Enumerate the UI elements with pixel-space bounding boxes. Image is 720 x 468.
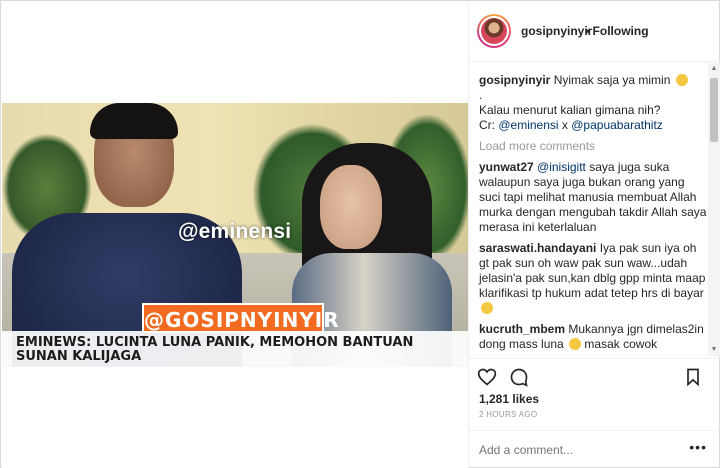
- comment-username[interactable]: saraswati.handayani: [479, 241, 596, 255]
- video-caption-bar: EMINEWS: LUCINTA LUNA PANIK, MEMOHON BAN…: [2, 331, 468, 367]
- video-watermark: @eminensi: [178, 220, 292, 243]
- comment-item: kucruth_mbem Mukannya jgn dimelas2in don…: [479, 322, 707, 356]
- caption-text: Nyimak saja ya mimin: [553, 73, 671, 87]
- scroll-down-arrow-icon[interactable]: ▼: [710, 346, 718, 354]
- more-options-icon[interactable]: •••: [689, 439, 707, 455]
- heart-icon[interactable]: [477, 367, 497, 387]
- header-username[interactable]: gosipnyinyir: [521, 24, 592, 38]
- comment-bubble-icon[interactable]: [509, 367, 529, 387]
- caption-question: Kalau menurut kalian gimana nih?: [479, 103, 661, 117]
- post-timestamp: 2 HOURS AGO: [479, 410, 538, 419]
- comment-mention-link[interactable]: @inisigitt: [537, 160, 586, 174]
- add-comment-section: •••: [469, 430, 720, 468]
- action-bar: [469, 358, 720, 392]
- media-area: @eminensi @GOSIPNYINYIR EMINEWS: LUCINTA…: [2, 2, 468, 468]
- caption-credit-prefix: Cr:: [479, 118, 499, 132]
- bookmark-icon[interactable]: [683, 367, 703, 387]
- comment-username[interactable]: kucruth_mbem: [479, 322, 565, 336]
- avatar-image: [481, 18, 507, 44]
- add-comment-input[interactable]: [479, 441, 679, 459]
- smile-emoji-icon: [675, 74, 688, 86]
- likes-count[interactable]: 1,281 likes: [479, 392, 539, 406]
- video-caption-line2: SUNAN KALIJAGA: [16, 349, 142, 364]
- post-window: @eminensi @GOSIPNYINYIR EMINEWS: LUCINTA…: [0, 0, 720, 468]
- scrollbar-thumb[interactable]: [710, 78, 718, 142]
- person-left-hair: [90, 103, 178, 139]
- caption-credit-mid: x: [558, 118, 572, 132]
- comment-item: saraswati.handayani Iya pak sun iya oh g…: [479, 241, 707, 316]
- post-header: gosipnyinyir • Following: [469, 2, 720, 62]
- account-tag-banner: @GOSIPNYINYIR: [142, 303, 339, 333]
- caption-mention-link[interactable]: @eminensi: [498, 118, 558, 132]
- laugh-emoji-icon: [481, 302, 493, 314]
- comment-username[interactable]: yunwat27: [479, 160, 534, 174]
- caption-username[interactable]: gosipnyinyir: [479, 73, 550, 87]
- avatar[interactable]: [477, 14, 511, 48]
- load-more-comments-link[interactable]: Load more comments: [479, 139, 707, 154]
- caption-mention-link[interactable]: @papuabarathitz: [571, 118, 663, 132]
- post-sidebar: gosipnyinyir • Following gosipnyinyir Ny…: [468, 2, 720, 468]
- scroll-up-arrow-icon[interactable]: ▲: [710, 65, 718, 73]
- comment-item: yunwat27 @inisigitt saya juga suka walau…: [479, 160, 707, 235]
- laugh-emoji-icon: [569, 338, 582, 350]
- following-status-button[interactable]: • Following: [585, 24, 649, 38]
- post-caption: gosipnyinyir Nyimak saja ya mimin . Kala…: [479, 73, 707, 133]
- comments-panel[interactable]: gosipnyinyir Nyimak saja ya mimin . Kala…: [469, 63, 720, 356]
- video-caption-line1: EMINEWS: LUCINTA LUNA PANIK, MEMOHON BAN…: [16, 335, 414, 350]
- person-right-face: [320, 165, 382, 249]
- caption-dot: .: [479, 88, 483, 102]
- video-player[interactable]: @eminensi @GOSIPNYINYIR EMINEWS: LUCINTA…: [2, 103, 468, 367]
